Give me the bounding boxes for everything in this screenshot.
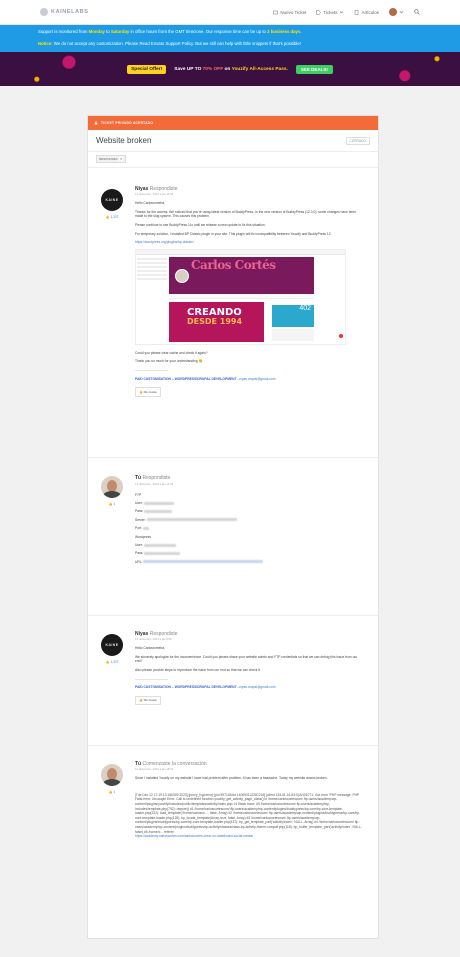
likes-count: 👍 1,337	[105, 660, 119, 664]
like-button[interactable]: 👍 Me Gusta	[135, 695, 161, 706]
credential-row: Pass:	[135, 507, 364, 515]
logo-text: KAINELABS	[51, 9, 89, 15]
like-button[interactable]: 👍 Me Gusta	[135, 387, 161, 397]
status-badge: CERRADO	[345, 136, 370, 145]
lock-icon	[94, 121, 98, 125]
ticket-header: Website broken CERRADO	[88, 130, 378, 152]
promo-tag: Special Offer!	[127, 64, 167, 74]
credential-row: URL:	[135, 558, 364, 566]
private-ticket-banner: TICKET PRIVADO ACERTADO	[88, 116, 378, 130]
post-paragraph: Thank you so much for your understanding…	[135, 359, 203, 364]
reply-post: KAINE 👍 1,337 Niyas Respondiste 13 dicie…	[88, 616, 378, 746]
post-date: 13 diciembre, 2023 a las 12:26	[135, 481, 174, 486]
post-paragraph: Thanks for the access. We noticed that y…	[135, 209, 357, 219]
promo-banner[interactable]: Special Offer! Save UP TO 70% OFF on You…	[0, 52, 460, 86]
likes-count: 👍 1	[108, 502, 116, 506]
nav-articles[interactable]: Artículos	[354, 10, 379, 15]
ticket-card: TICKET PRIVADO ACERTADO Website broken C…	[87, 115, 379, 939]
post-body: Tú Respondiste 13 diciembre, 2023 a las …	[135, 475, 364, 566]
ticket-title: Website broken	[96, 136, 152, 145]
screenshot-sidebar	[137, 257, 167, 282]
nav-tickets[interactable]: Tickets	[316, 10, 344, 15]
post-paragraph: Hello Carlosromeira,	[135, 201, 166, 206]
search-icon[interactable]	[414, 9, 420, 15]
screenshot-widget	[272, 328, 314, 341]
responses-bar: RESPONSES 5	[88, 152, 378, 168]
post-date: 12 diciembre, 2023 a las 18:31	[135, 766, 174, 771]
post-paragraph: For temporary solution, I installed BP C…	[135, 231, 332, 236]
post-paragraph: Please continue to use BuddyPress 11x un…	[135, 222, 266, 227]
plugin-link[interactable]: https://wordpress.org/plugins/bp-classic…	[135, 240, 364, 245]
nav-articles-label: Artículos	[361, 9, 379, 15]
policy-notice: Notice: We do not accept any customizati…	[0, 39, 460, 52]
chevron-down-icon	[340, 10, 344, 13]
post-body: Tú Comenzaste la conversación 12 diciemb…	[135, 762, 364, 843]
responses-badge[interactable]: RESPONSES 5	[96, 155, 127, 163]
nav-new-ticket[interactable]: Nuevo Ticket	[273, 10, 306, 15]
post-paragraph: ——————————	[135, 367, 168, 372]
screenshot-avatar	[175, 268, 189, 283]
support-hours-text: Support is monitored from Monday to Satu…	[38, 29, 302, 34]
log-link[interactable]: https://academy.carloscortes.com/carlosc…	[135, 834, 364, 839]
credential-row: Server:	[135, 516, 364, 524]
document-icon	[355, 9, 359, 15]
support-notice: Support is monitored from Monday to Satu…	[0, 25, 460, 39]
chevron-down-icon	[399, 10, 404, 13]
responses-count: 5	[118, 157, 124, 161]
post-paragraph: ——————————	[135, 676, 168, 681]
credential-row: FTP	[135, 492, 142, 497]
notice-text: We do not accept any customization. Plea…	[52, 41, 301, 46]
top-navbar: KAINELABS Nuevo Ticket Tickets Artículos	[0, 0, 460, 25]
screenshot-menu	[169, 293, 314, 299]
credential-row: User:	[135, 499, 364, 507]
see-deals-button[interactable]: SEE DEALS!	[295, 64, 333, 74]
likes-count: 👍 1,337	[105, 215, 119, 219]
post-paragraph: Hello Carlosromeira,	[135, 646, 166, 651]
screenshot-browser-bar	[136, 249, 345, 255]
avatar	[101, 476, 123, 498]
post-date: 13 diciembre, 2023 a las 8:56	[135, 636, 172, 641]
reply-post: 👍 1 Tú Respondiste 13 diciembre, 2023 a …	[88, 458, 378, 616]
attached-screenshot[interactable]: Carlos Cortés CREANDO DESDE 1994 402	[135, 248, 346, 345]
post-date: 13 diciembre, 2023 a las 10:06	[135, 191, 174, 196]
screenshot-cover: Carlos Cortés	[169, 256, 314, 294]
promo-text: Save UP TO 70% OFF on Youzify All-Access…	[174, 66, 288, 72]
avatar	[389, 8, 397, 16]
error-log: [Tue Dec 12 17:19:13.166309 2023] [proxy…	[135, 792, 362, 834]
ticket-icon	[273, 10, 279, 14]
user-menu[interactable]	[389, 8, 404, 16]
avatar: KAINE	[101, 189, 123, 211]
signature: PAID CUSTOMISATION – WORDPRESS/DRUPAL DE…	[135, 685, 276, 690]
site-logo[interactable]: KAINELABS	[40, 8, 88, 16]
original-post: 👍 1 Tú Comenzaste la conversación 12 dic…	[88, 746, 378, 939]
main-nav: Nuevo Ticket Tickets Artículos	[273, 8, 420, 16]
credential-row: Wordpress	[135, 534, 151, 539]
post-paragraph: Since I installed Youzify on my website …	[135, 776, 328, 781]
credential-row: User:	[135, 541, 364, 549]
post-paragraph: We sincerely apologize for the inconveni…	[135, 654, 358, 664]
post-body: Niyas Respondiste 13 diciembre, 2023 a l…	[135, 187, 364, 397]
likes-count: 👍 1	[108, 790, 116, 794]
credential-row: Pass:	[135, 549, 364, 557]
notice-label: Notice:	[38, 41, 53, 46]
screenshot-logo: Carlos Cortés	[191, 257, 276, 272]
credential-row: Port:	[135, 524, 364, 532]
notification-dot	[339, 333, 343, 338]
logo-icon	[40, 8, 48, 16]
avatar: KAINE	[101, 634, 123, 656]
screenshot-stats: 402	[272, 304, 314, 327]
signature: PAID CUSTOMISATION – WORDPRESS/DRUPAL DE…	[135, 376, 276, 381]
screenshot-ad: CREANDO DESDE 1994	[169, 301, 264, 342]
post-paragraph: Also please provide steps to reproduce t…	[135, 667, 261, 672]
nav-tickets-label: Tickets	[323, 9, 338, 15]
post-body: Niyas Respondiste 13 diciembre, 2023 a l…	[135, 632, 364, 706]
avatar	[101, 764, 123, 786]
reply-post: KAINE 👍 1,337 Niyas Respondiste 13 dicie…	[88, 181, 378, 458]
nav-new-ticket-label: Nuevo Ticket	[280, 9, 307, 15]
post-paragraph: Could you please clear cache and check i…	[135, 350, 208, 355]
tag-icon	[316, 9, 322, 15]
